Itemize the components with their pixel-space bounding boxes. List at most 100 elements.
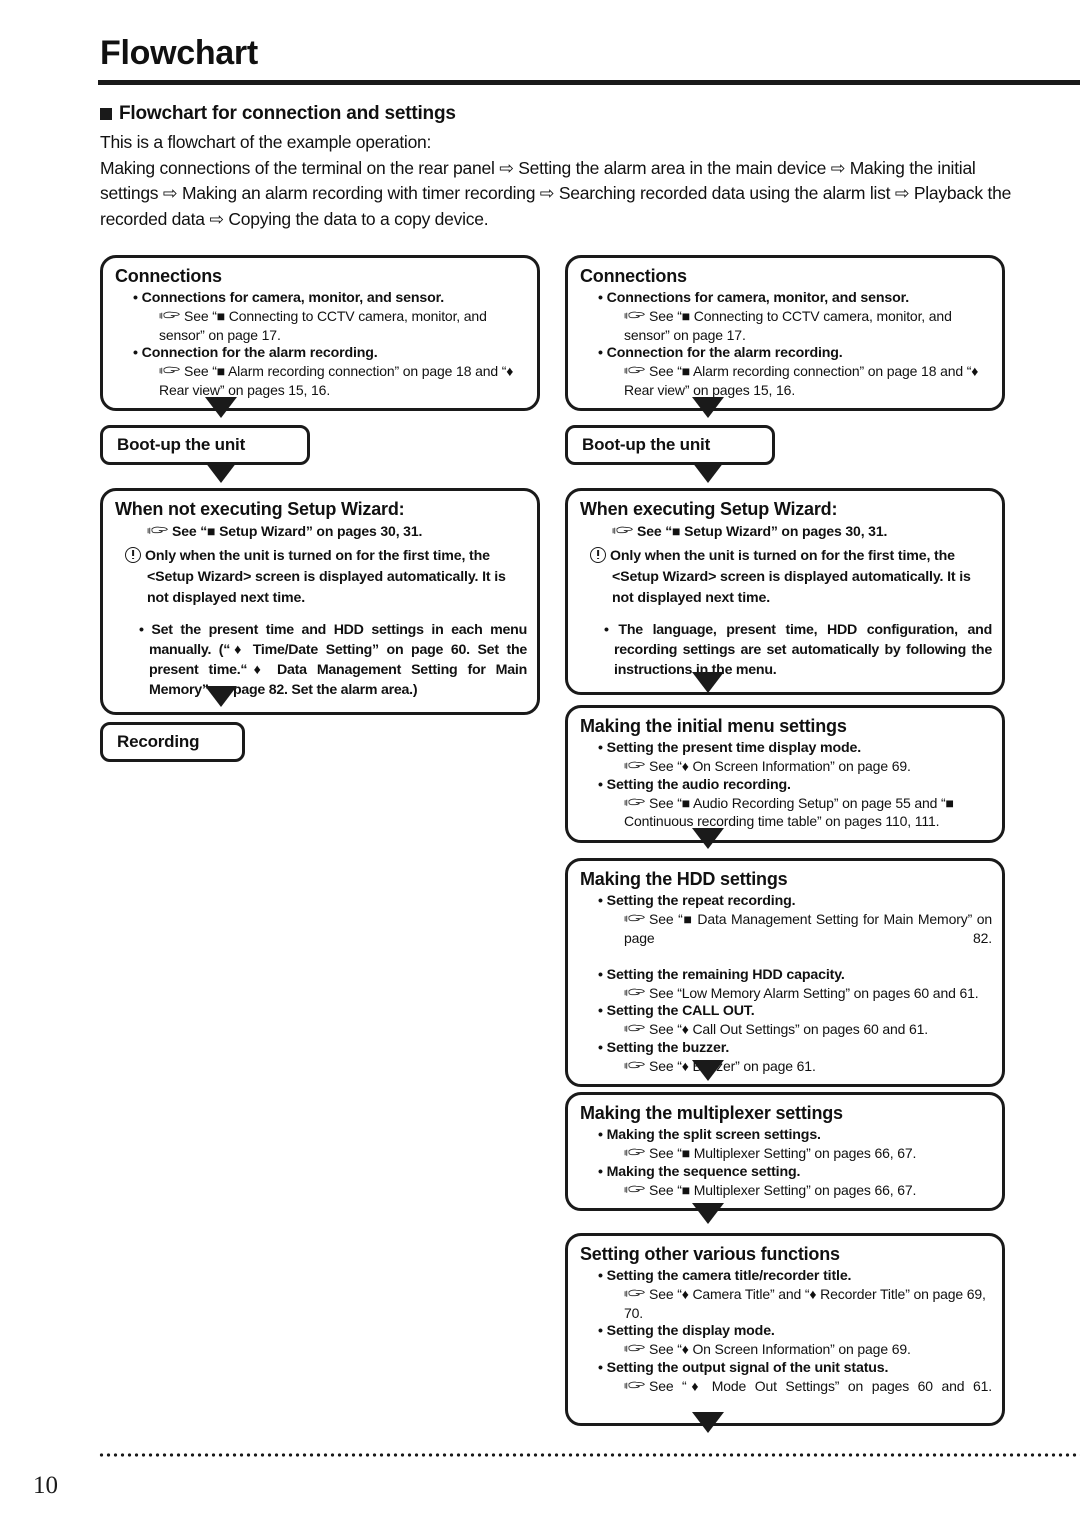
section-heading-label: Flowchart for connection and settings xyxy=(119,103,456,124)
box-title: Connections xyxy=(115,266,222,286)
exclamation-circle-icon xyxy=(125,546,141,563)
reference-text: See “♦ Buzzer” on page 61. xyxy=(649,1057,816,1074)
flow-box-bootup-right: Boot-up the unit xyxy=(565,425,775,465)
down-triangle-arrow xyxy=(205,686,237,707)
pointing-hand-icon xyxy=(624,1147,646,1158)
pointing-hand-icon xyxy=(612,525,634,536)
reference-line: See “Low Memory Alarm Setting” on pages … xyxy=(624,984,992,1003)
footer-dotted-rule xyxy=(98,1452,1080,1458)
bullet-label: Setting the CALL OUT. xyxy=(606,1003,755,1019)
reference-line: See “♦ Camera Title” and “♦ Recorder Tit… xyxy=(624,1285,992,1322)
bullet-item: • Connection for the alarm recording. xyxy=(133,345,378,361)
warning-note: Only when the unit is turned on for the … xyxy=(590,546,992,609)
reference-text: See “♦ Mode Out Settings” on pages 60 an… xyxy=(649,1377,992,1394)
reference-text: See “■ Setup Wizard” on pages 30, 31. xyxy=(637,523,888,539)
bullet-label: Connection for the alarm recording. xyxy=(606,345,843,361)
bullet-item: • The language, present time, HDD config… xyxy=(604,621,992,678)
box-title: Making the initial menu settings xyxy=(580,716,847,736)
bullet-label: Connections for camera, monitor, and sen… xyxy=(141,290,445,306)
warning-note-text: Only when the unit is turned on for the … xyxy=(610,547,971,606)
flow-box-connections-left: Connections • Connections for camera, mo… xyxy=(100,255,540,411)
pointing-hand-icon xyxy=(624,365,646,376)
pointing-hand-icon xyxy=(624,1023,646,1034)
title-rule xyxy=(98,80,1080,85)
bullet-label: Setting the display mode. xyxy=(606,1323,775,1339)
bullet-label: Making the sequence setting. xyxy=(606,1163,801,1180)
reference-line: See “■ Multiplexer Setting” on pages 66,… xyxy=(624,1181,992,1200)
reference-text: See “■ Data Management Setting for Main … xyxy=(624,911,992,946)
page-title: Flowchart xyxy=(100,34,258,72)
down-triangle-arrow xyxy=(692,397,724,418)
reference-line: See “♦ On Screen Information” on page 69… xyxy=(624,1340,992,1359)
pointing-hand-icon xyxy=(624,1288,646,1299)
reference-line: See “■ Setup Wizard” on pages 30, 31. xyxy=(612,522,992,541)
bullet-label: Setting the audio recording. xyxy=(606,776,791,793)
down-triangle-arrow xyxy=(692,828,724,849)
flow-box-connections-right: Connections • Connections for camera, mo… xyxy=(565,255,1005,411)
reference-line: See “■ Data Management Setting for Main … xyxy=(624,910,992,966)
exclamation-circle-icon xyxy=(590,546,606,563)
box-title: Making the HDD settings xyxy=(580,869,788,889)
bullet-item: • Set the present time and HDD settings … xyxy=(139,621,527,698)
page-number: 10 xyxy=(33,1472,58,1499)
down-triangle-arrow xyxy=(205,397,237,418)
bullet-label: Setting the repeat recording. xyxy=(606,893,796,909)
box-title: Boot-up the unit xyxy=(117,435,246,454)
reference-text: See “♦ On Screen Information” on page 69… xyxy=(649,1341,911,1357)
reference-text: See “■ Connecting to CCTV camera, monito… xyxy=(159,308,487,343)
down-triangle-arrow xyxy=(692,462,724,483)
flow-box-other-functions: Setting other various functions • Settin… xyxy=(565,1233,1005,1426)
down-triangle-arrow xyxy=(692,1412,724,1433)
reference-text: See “■ Setup Wizard” on pages 30, 31. xyxy=(172,523,423,539)
box-title: Recording xyxy=(117,732,200,751)
reference-text: See “■ Multiplexer Setting” on pages 66,… xyxy=(649,1145,917,1161)
bullet-label: Connections for camera, monitor, and sen… xyxy=(606,290,910,306)
reference-text: See “Low Memory Alarm Setting” on pages … xyxy=(649,984,979,1001)
pointing-hand-icon xyxy=(624,310,646,321)
down-triangle-arrow xyxy=(692,672,724,693)
box-title: Connections xyxy=(580,266,687,286)
pointing-hand-icon xyxy=(624,987,646,998)
reference-text: See “♦ Call Out Settings” on pages 60 an… xyxy=(649,1021,929,1037)
flow-box-hdd-settings: Making the HDD settings • Setting the re… xyxy=(565,858,1005,1087)
bullet-item: • Setting the remaining HDD capacity. xyxy=(598,966,845,983)
flow-box-initial-menu-settings: Making the initial menu settings • Setti… xyxy=(565,705,1005,843)
bullet-label: Setting the remaining HDD capacity. xyxy=(606,966,845,983)
pointing-hand-icon xyxy=(147,525,169,536)
reference-line: See “■ Connecting to CCTV camera, monito… xyxy=(624,307,992,344)
flow-box-setup-wizard-right: When executing Setup Wizard: See “■ Setu… xyxy=(565,488,1005,695)
bullet-label: Making the split screen settings. xyxy=(606,1127,821,1143)
pointing-hand-icon xyxy=(624,1343,646,1354)
black-square-bullet-icon xyxy=(100,108,112,120)
down-triangle-arrow xyxy=(205,462,237,483)
pointing-hand-icon xyxy=(159,365,181,376)
bullet-item: • Making the sequence setting. xyxy=(598,1163,801,1180)
warning-note-text: Only when the unit is turned on for the … xyxy=(145,547,506,606)
pointing-hand-icon xyxy=(624,760,646,771)
pointing-hand-icon xyxy=(159,310,181,321)
box-title: Making the multiplexer settings xyxy=(580,1103,843,1123)
bullet-item: • Setting the CALL OUT. xyxy=(598,1003,755,1019)
box-title: Boot-up the unit xyxy=(582,435,711,454)
bullet-item: • Connections for camera, monitor, and s… xyxy=(133,290,445,306)
box-title: When executing Setup Wizard: xyxy=(580,499,838,519)
intro-body: Making connections of the terminal on th… xyxy=(100,157,1012,229)
reference-line: See “♦ On Screen Information” on page 69… xyxy=(624,757,992,776)
reference-text: See “♦ On Screen Information” on page 69… xyxy=(649,758,911,774)
pointing-hand-icon xyxy=(624,797,646,808)
reference-text: See “■ Connecting to CCTV camera, monito… xyxy=(624,308,952,343)
pointing-hand-icon xyxy=(624,913,646,924)
reference-line: See “♦ Buzzer” on page 61. xyxy=(624,1057,992,1076)
document-page: Flowchart Flowchart for connection and s… xyxy=(0,0,1080,1528)
reference-line: See “♦ Call Out Settings” on pages 60 an… xyxy=(624,1020,992,1039)
reference-text: See “■ Alarm recording connection” on pa… xyxy=(159,363,514,398)
bullet-item: • Setting the repeat recording. xyxy=(598,893,796,909)
bullet-label: Setting the present time display mode. xyxy=(606,740,862,756)
flow-box-recording-left: Recording xyxy=(100,722,245,762)
flow-box-multiplexer-settings: Making the multiplexer settings • Making… xyxy=(565,1092,1005,1211)
bullet-item: • Setting the output signal of the unit … xyxy=(598,1359,889,1376)
flow-box-bootup-left: Boot-up the unit xyxy=(100,425,310,465)
down-triangle-arrow xyxy=(692,1060,724,1081)
reference-line: See “■ Alarm recording connection” on pa… xyxy=(624,362,992,399)
reference-line: See “■ Connecting to CCTV camera, monito… xyxy=(159,307,527,344)
